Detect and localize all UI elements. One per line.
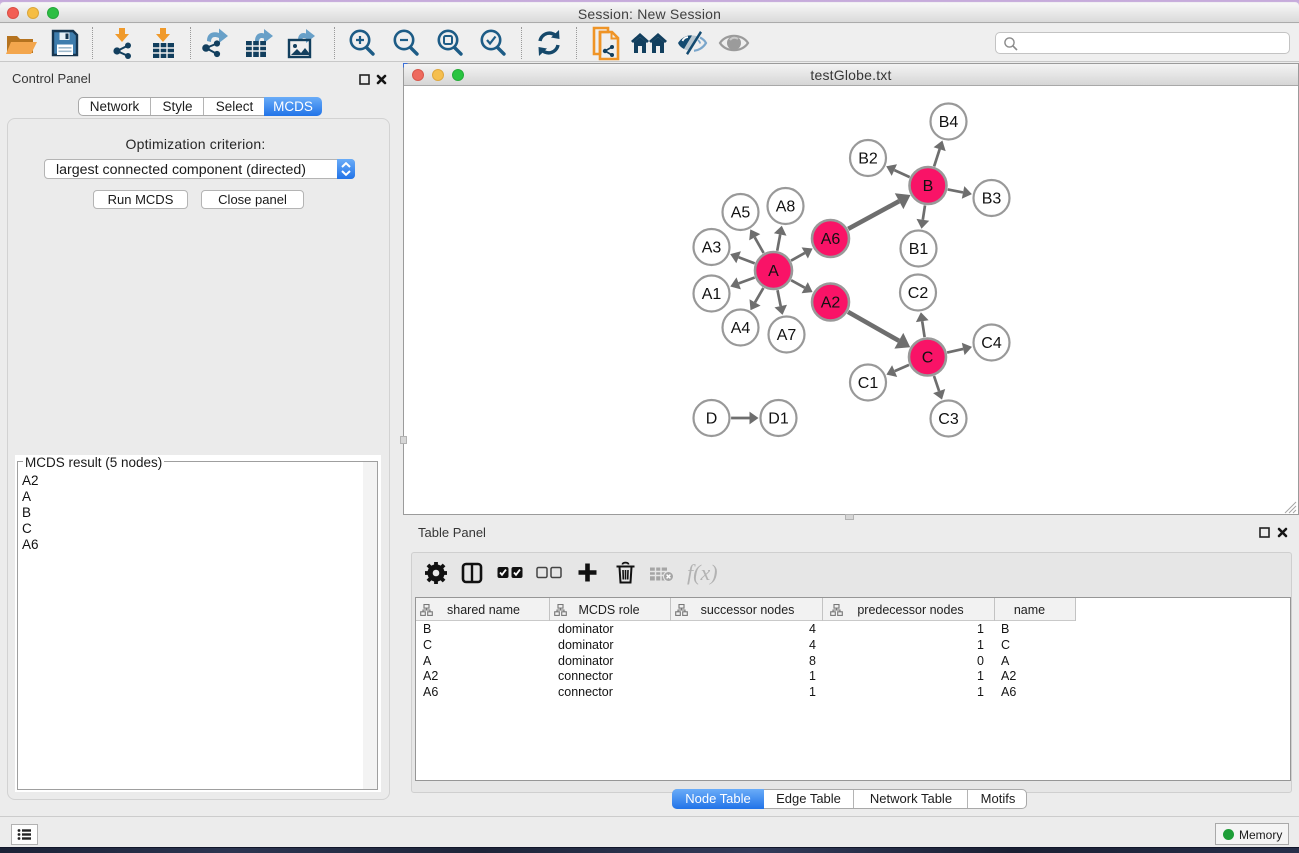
svg-text:D1: D1	[768, 411, 789, 428]
svg-text:C3: C3	[938, 411, 959, 428]
svg-text:B3: B3	[982, 191, 1002, 208]
svg-text:C: C	[922, 350, 934, 367]
svg-text:A8: A8	[776, 199, 796, 216]
svg-text:A2: A2	[821, 295, 841, 312]
svg-text:B2: B2	[858, 151, 878, 168]
svg-text:A: A	[768, 263, 779, 280]
svg-text:B1: B1	[909, 241, 929, 258]
svg-text:C1: C1	[858, 375, 879, 392]
svg-text:A1: A1	[702, 286, 722, 303]
svg-text:A3: A3	[702, 240, 722, 257]
svg-text:A7: A7	[777, 327, 797, 344]
svg-text:A6: A6	[821, 231, 841, 248]
svg-text:B: B	[923, 178, 934, 195]
svg-text:C2: C2	[908, 285, 929, 302]
svg-text:A5: A5	[731, 205, 751, 222]
svg-text:C4: C4	[981, 335, 1002, 352]
svg-text:B4: B4	[939, 114, 959, 131]
svg-text:A4: A4	[731, 320, 751, 337]
svg-text:D: D	[706, 411, 718, 428]
